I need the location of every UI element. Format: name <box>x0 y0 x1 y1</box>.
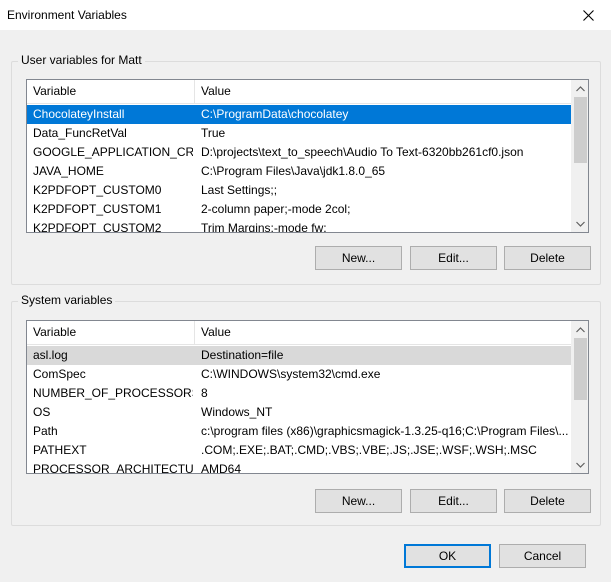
chevron-down-icon <box>576 221 585 227</box>
variable-value-cell: D:\projects\text_to_speech\Audio To Text… <box>201 145 524 159</box>
table-row[interactable]: Data_FuncRetVal True <box>27 124 573 143</box>
table-row[interactable]: K2PDFOPT_CUSTOM1 2-column paper;-mode 2co… <box>27 200 573 219</box>
vertical-scrollbar[interactable] <box>571 80 588 232</box>
column-header-variable[interactable]: Variable <box>27 321 195 345</box>
table-row[interactable]: PROCESSOR_ARCHITECTURE AMD64 <box>27 460 573 474</box>
table-row[interactable]: K2PDFOPT_CUSTOM0 Last Settings;; <box>27 181 573 200</box>
list-header: Variable Value <box>27 321 573 345</box>
scroll-down-button[interactable] <box>572 456 588 473</box>
variable-name-cell: ComSpec <box>33 367 86 381</box>
column-header-value[interactable]: Value <box>195 80 573 104</box>
variable-name-cell: Data_FuncRetVal <box>33 126 127 140</box>
table-row[interactable]: ComSpec C:\WINDOWS\system32\cmd.exe <box>27 365 573 384</box>
variable-value-cell: .COM;.EXE;.BAT;.CMD;.VBS;.VBE;.JS;.JSE;.… <box>201 443 537 457</box>
variable-name-cell: NUMBER_OF_PROCESSORS <box>33 386 193 400</box>
variable-name-cell: JAVA_HOME <box>33 164 104 178</box>
vertical-scrollbar[interactable] <box>571 321 588 473</box>
scroll-down-button[interactable] <box>572 215 588 232</box>
table-row[interactable]: ChocolateyInstall C:\ProgramData\chocolat… <box>27 105 573 124</box>
system-variables-rows: asl.log Destination=file ComSpec C:\WINDOWS… <box>27 346 573 474</box>
table-row[interactable]: GOOGLE_APPLICATION_CRE... D:\projects\tex… <box>27 143 573 162</box>
user-edit-button[interactable]: Edit... <box>410 246 497 270</box>
chevron-up-icon <box>576 326 585 332</box>
scroll-up-button[interactable] <box>572 321 588 338</box>
user-variables-group: User variables for Matt Variable Value C… <box>11 53 601 285</box>
variable-value-cell: C:\ProgramData\chocolatey <box>201 107 349 121</box>
variable-name-cell: K2PDFOPT_CUSTOM2 <box>33 221 162 233</box>
variable-name-cell: PROCESSOR_ARCHITECTURE <box>33 462 193 474</box>
system-variables-list[interactable]: Variable Value asl.log Destination=file Co… <box>26 320 589 474</box>
system-variables-group: System variables Variable Value asl.log D… <box>11 293 601 526</box>
scroll-up-button[interactable] <box>572 80 588 97</box>
variable-value-cell: C:\WINDOWS\system32\cmd.exe <box>201 367 381 381</box>
variable-value-cell: AMD64 <box>201 462 242 474</box>
system-delete-button[interactable]: Delete <box>504 489 591 513</box>
scrollbar-thumb[interactable] <box>574 338 587 400</box>
variable-value-cell: Last Settings;; <box>201 183 278 197</box>
variable-name-cell: Path <box>33 424 58 438</box>
chevron-down-icon <box>576 462 585 468</box>
user-variables-list[interactable]: Variable Value ChocolateyInstall C:\Progr… <box>26 79 589 233</box>
table-row[interactable]: K2PDFOPT_CUSTOM2 Trim Margins;-mode fw; <box>27 219 573 233</box>
close-button[interactable] <box>565 0 611 30</box>
system-variables-legend: System variables <box>18 293 116 307</box>
user-delete-button[interactable]: Delete <box>504 246 591 270</box>
user-variables-rows: ChocolateyInstall C:\ProgramData\chocolat… <box>27 105 573 233</box>
column-header-value[interactable]: Value <box>195 321 573 345</box>
variable-name-cell: PATHEXT <box>33 443 87 457</box>
variable-value-cell: C:\Program Files\Java\jdk1.8.0_65 <box>201 164 386 178</box>
ok-button[interactable]: OK <box>404 544 491 568</box>
system-edit-button[interactable]: Edit... <box>410 489 497 513</box>
table-row[interactable]: JAVA_HOME C:\Program Files\Java\jdk1.8.0_… <box>27 162 573 181</box>
close-icon <box>582 9 594 21</box>
table-row[interactable]: Path c:\program files (x86)\graphicsmagic… <box>27 422 573 441</box>
list-header: Variable Value <box>27 80 573 104</box>
window-title: Environment Variables <box>7 8 127 22</box>
variable-value-cell: c:\program files (x86)\graphicsmagick-1.… <box>201 424 569 438</box>
variable-value-cell: Destination=file <box>201 348 284 362</box>
user-variables-legend: User variables for Matt <box>18 53 145 67</box>
table-row[interactable]: PATHEXT .COM;.EXE;.BAT;.CMD;.VBS;.VBE;.JS… <box>27 441 573 460</box>
user-new-button[interactable]: New... <box>315 246 402 270</box>
column-header-variable[interactable]: Variable <box>27 80 195 104</box>
variable-name-cell: K2PDFOPT_CUSTOM1 <box>33 202 162 216</box>
variable-name-cell: ChocolateyInstall <box>33 107 125 121</box>
variable-value-cell: 8 <box>201 386 208 400</box>
variable-name-cell: GOOGLE_APPLICATION_CRE... <box>33 145 193 159</box>
cancel-button[interactable]: Cancel <box>499 544 586 568</box>
title-bar: Environment Variables <box>0 0 611 30</box>
table-row[interactable]: NUMBER_OF_PROCESSORS 8 <box>27 384 573 403</box>
table-row[interactable]: asl.log Destination=file <box>27 346 573 365</box>
variable-name-cell: OS <box>33 405 51 419</box>
variable-value-cell: Windows_NT <box>201 405 273 419</box>
variable-name-cell: K2PDFOPT_CUSTOM0 <box>33 183 162 197</box>
system-new-button[interactable]: New... <box>315 489 402 513</box>
scrollbar-thumb[interactable] <box>574 97 587 163</box>
variable-value-cell: Trim Margins;-mode fw; <box>201 221 327 233</box>
chevron-up-icon <box>576 85 585 91</box>
variable-value-cell: True <box>201 126 226 140</box>
variable-name-cell: asl.log <box>33 348 68 362</box>
variable-value-cell: 2-column paper;-mode 2col; <box>201 202 351 216</box>
table-row[interactable]: OS Windows_NT <box>27 403 573 422</box>
